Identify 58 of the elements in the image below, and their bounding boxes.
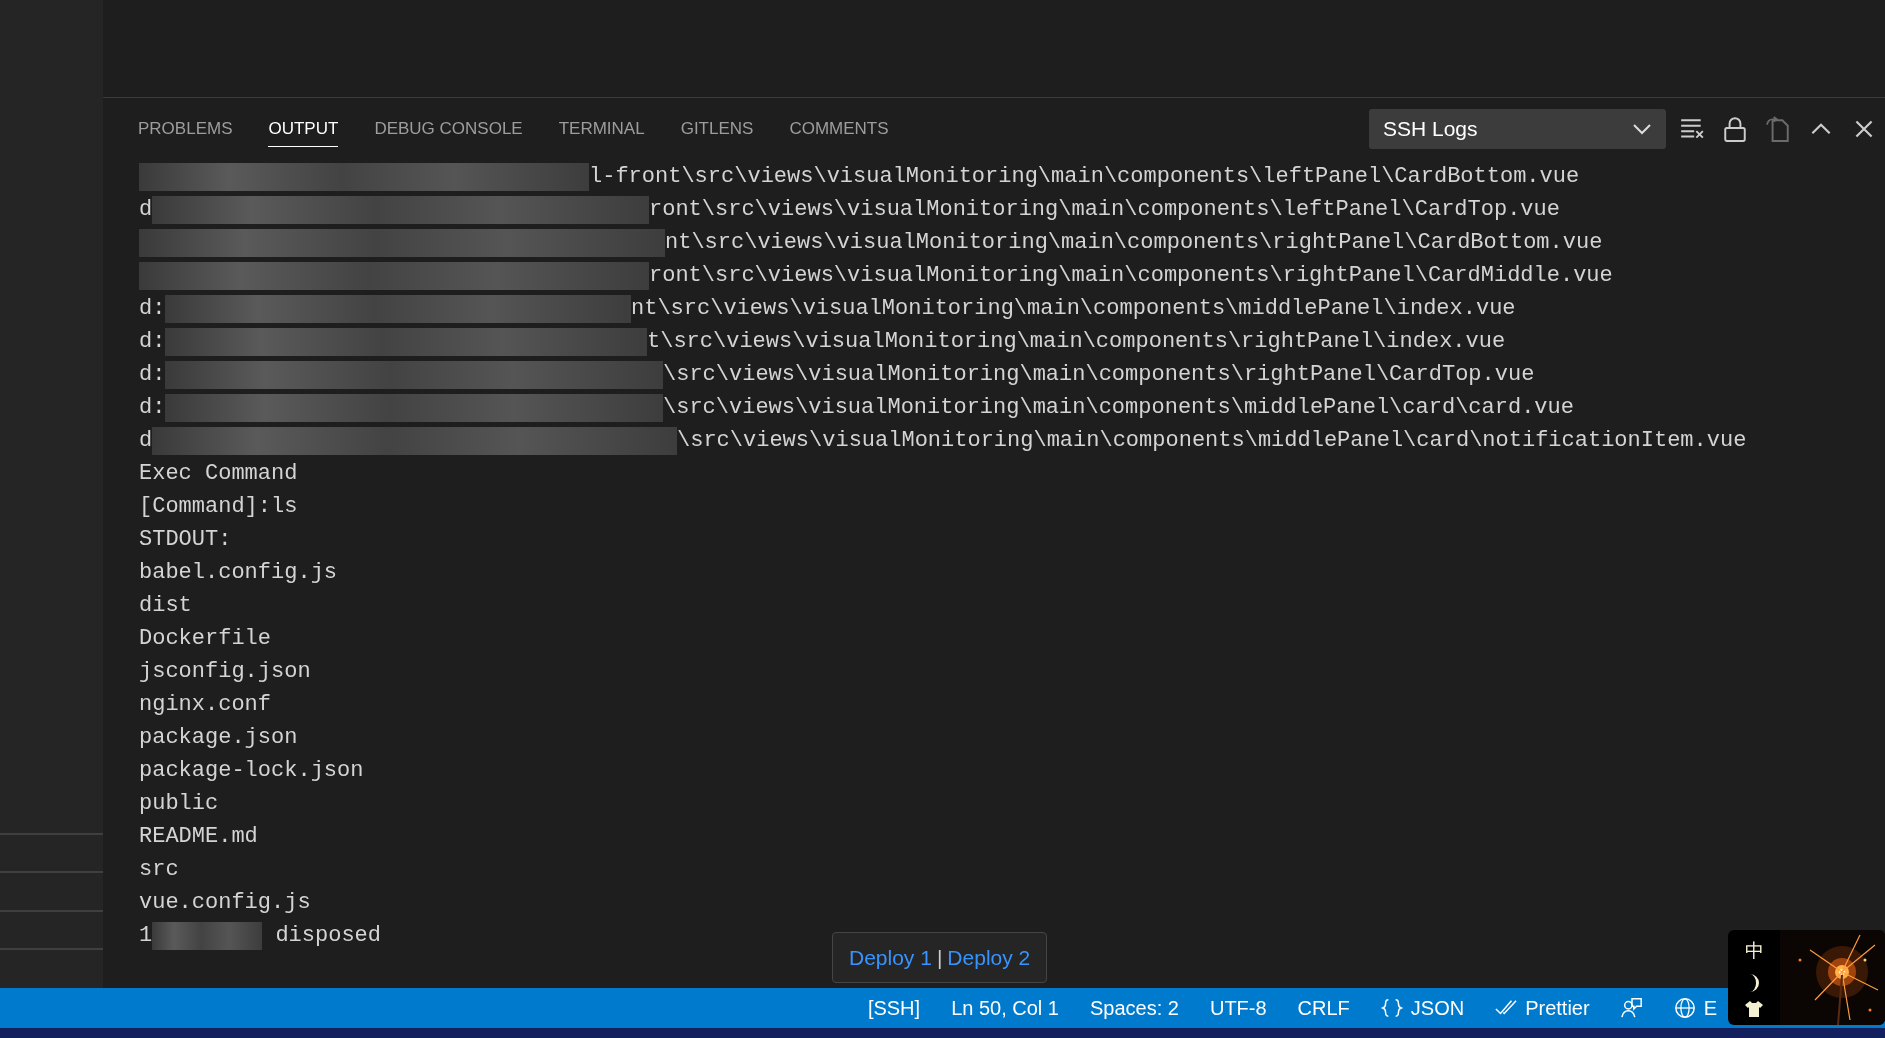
channel-dropdown[interactable]: SSH Logs (1369, 109, 1666, 149)
status-item[interactable]: Ln 50, Col 1 (951, 993, 1059, 1023)
output-text: d (139, 427, 153, 455)
status-item[interactable]: E (1673, 993, 1717, 1023)
shirt-icon[interactable] (1744, 999, 1764, 1018)
output-text: \src\views\visualMonitoring\main\components\middlePanel\card\card.vue (663, 394, 1574, 422)
output-text: vue.config.js (139, 889, 311, 917)
output-text: disposed (274, 922, 382, 950)
output-text: dist (139, 592, 192, 620)
status-item[interactable]: UTF-8 (1209, 993, 1267, 1023)
output-text: ront\src\views\visualMonitoring\main\components\rightPanel\CardMiddle.vue (649, 262, 1613, 290)
ime-mode-label[interactable]: 中 (1744, 937, 1764, 966)
output-text: nt\src\views\visualMonitoring\main\components\rightPanel\CardBottom.vue (665, 229, 1603, 257)
status-item[interactable]: CRLF (1297, 993, 1350, 1023)
panel-tab[interactable]: COMMENTS (789, 111, 889, 147)
deploy-link[interactable]: Deploy 1 (849, 941, 932, 974)
output-text: Dockerfile (139, 625, 272, 653)
output-text: d: (139, 394, 166, 422)
output-text: d: (139, 361, 166, 389)
status-item[interactable]: [SSH] (867, 993, 921, 1023)
status-item[interactable]: JSON (1380, 993, 1465, 1023)
output-text: \src\views\visualMonitoring\main\components\rightPanel\CardTop.vue (663, 361, 1535, 389)
separator-text: | (936, 944, 943, 971)
output-text: t\src\views\visualMonitoring\main\components\rightPanel\index.vue (647, 328, 1506, 356)
output-text: package-lock.json (139, 757, 364, 785)
output-text: STDOUT: (139, 526, 232, 554)
panel-tab[interactable]: TERMINAL (558, 111, 645, 147)
panel-tab[interactable]: OUTPUT (268, 111, 339, 147)
output-text: babel.config.js (139, 559, 338, 587)
braces-icon (1380, 997, 1403, 1019)
deploy-link[interactable]: Deploy 2 (947, 941, 1031, 974)
globe-icon (1673, 997, 1696, 1019)
panel-tab[interactable]: PROBLEMS (138, 111, 233, 147)
output-text: public (139, 790, 219, 818)
output-text: ront\src\views\visualMonitoring\main\components\leftPanel\CardTop.vue (649, 196, 1560, 224)
status-item[interactable]: Spaces: 2 (1090, 993, 1179, 1023)
lock-icon[interactable] (1722, 116, 1748, 142)
output-text: 1 (139, 922, 153, 950)
output-text: d: (139, 328, 166, 356)
status-item[interactable]: Prettier (1495, 993, 1590, 1023)
output-text: README.md (139, 823, 258, 851)
output-text: l-front\src\views\visualMonitoring\main\components\leftPanel\CardBottom.vue (589, 163, 1580, 191)
person-feedback-icon (1620, 997, 1643, 1019)
output-text: [Command]:ls (139, 493, 298, 521)
output-text: jsconfig.json (139, 658, 311, 686)
output-text: nginx.conf (139, 691, 272, 719)
output-text: src (139, 856, 179, 884)
status-item[interactable] (1620, 997, 1643, 1019)
output-text: \src\views\visualMonitoring\main\components\middlePanel\card\notificationItem.vue (677, 427, 1747, 455)
output-text: Exec Command (139, 460, 298, 488)
chevron-down-icon (1632, 123, 1652, 135)
output-text: d: (139, 295, 166, 323)
panel-tab[interactable]: DEBUG CONSOLE (374, 111, 523, 147)
dropdown-value: SSH Logs (1383, 116, 1479, 143)
output-text: d (139, 196, 153, 224)
panel-tab[interactable]: GITLENS (680, 111, 754, 147)
output-text: nt\src\views\visualMonitoring\main\components\middlePanel\index.vue (631, 295, 1516, 323)
output-text: package.json (139, 724, 298, 752)
